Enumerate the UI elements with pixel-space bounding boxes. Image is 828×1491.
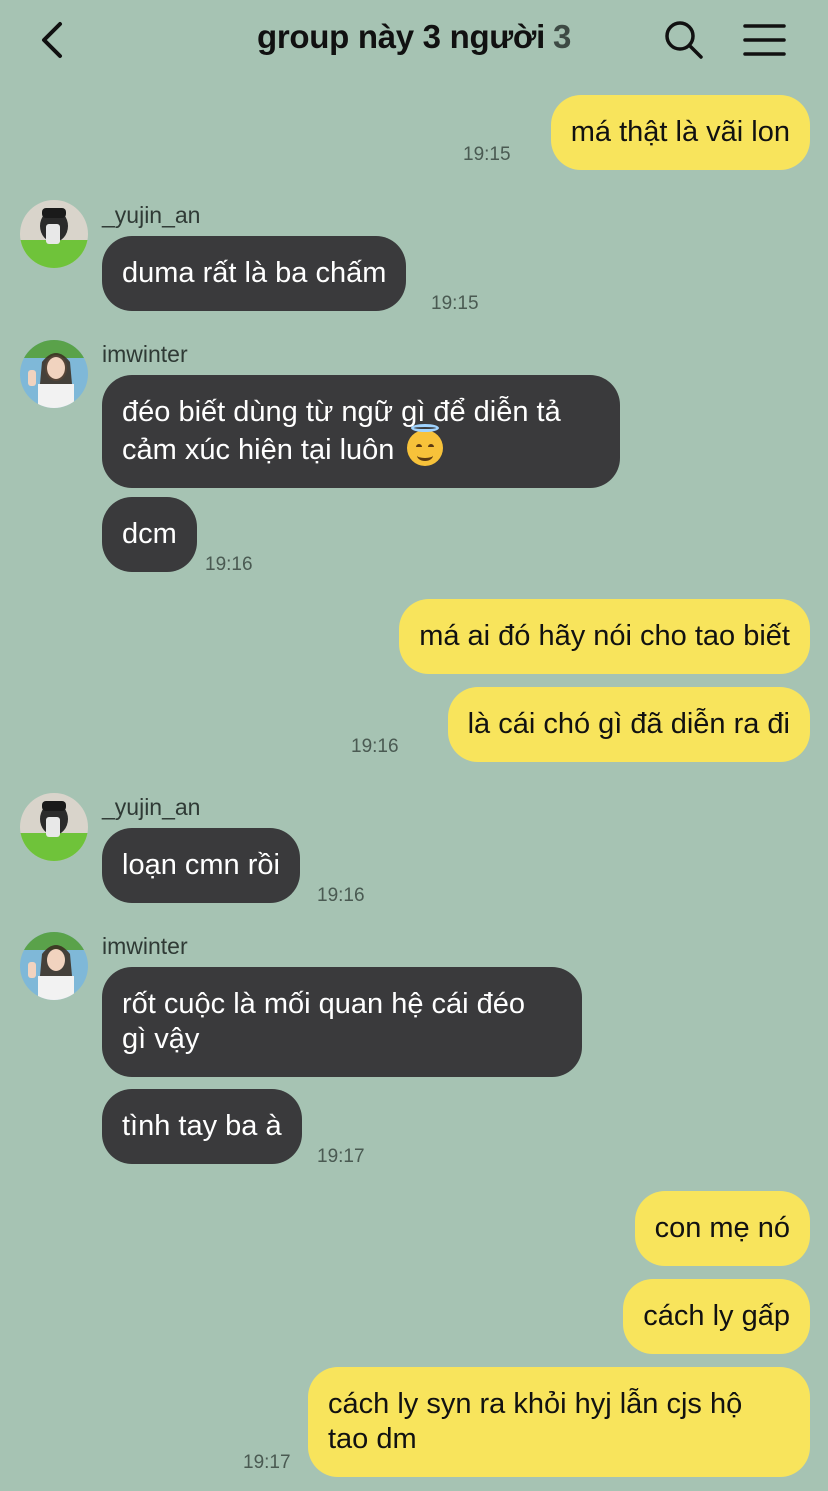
avatar-yujin-an[interactable]: [20, 793, 88, 861]
message-bubble-sent[interactable]: má thật là vãi lon: [550, 95, 810, 170]
message-text: má thật là vãi lon: [570, 116, 790, 148]
message-bubble-sent[interactable]: cách ly gấp: [623, 1279, 810, 1354]
message-timestamp: 19:17: [317, 1146, 365, 1167]
message-text: loạn cmn rồi: [122, 849, 280, 881]
message-bubble-sent[interactable]: là cái chó gì đã diễn ra đi: [447, 687, 810, 762]
smiling-face-with-halo-icon: [406, 424, 443, 466]
message-bubble-sent[interactable]: con mẹ nó: [634, 1191, 810, 1266]
avatar-imwinter[interactable]: [20, 932, 88, 1000]
message-bubble-received[interactable]: loạn cmn rồi: [102, 828, 300, 903]
message-bubble-sent[interactable]: má ai đó hãy nói cho tao biết: [399, 599, 810, 674]
sender-name: _yujin_an: [102, 794, 201, 820]
message-line: gì vậy: [122, 1023, 200, 1055]
menu-icon[interactable]: [738, 14, 790, 66]
message-timestamp: 19:16: [205, 554, 253, 575]
message-bubble-received[interactable]: duma rất là ba chấm: [102, 236, 407, 311]
message-bubble-received[interactable]: dcm: [102, 497, 197, 572]
avatar-photo-icon: [20, 200, 88, 268]
message-timestamp: 19:15: [463, 144, 511, 165]
message-text: là cái chó gì đã diễn ra đi: [467, 708, 790, 740]
avatar-yujin-an[interactable]: [20, 200, 88, 268]
member-count: 3: [552, 18, 571, 55]
message-text: má ai đó hãy nói cho tao biết: [419, 620, 790, 652]
search-icon[interactable]: [658, 14, 710, 66]
group-name: group này 3 người: [257, 18, 545, 55]
message-bubble-received[interactable]: đéo biết dùng từ ngữ gì để diễn tả cảm x…: [102, 375, 620, 488]
sender-name: _yujin_an: [102, 202, 201, 228]
avatar-photo-icon: [20, 340, 88, 408]
message-bubble-received[interactable]: rốt cuộc là mối quan hệ cái đéo gì vậy: [102, 967, 582, 1077]
message-line-with-emoji: cảm xúc hiện tại luôn: [122, 424, 600, 468]
message-text: cách ly gấp: [643, 1300, 790, 1332]
avatar-photo-icon: [20, 793, 88, 861]
avatar-photo-icon: [20, 932, 88, 1000]
message-timestamp: 19:17: [243, 1452, 291, 1473]
message-text: duma rất là ba chấm: [122, 257, 387, 289]
chat-header: group này 3 người 3: [0, 0, 828, 80]
message-text: dcm: [122, 518, 177, 550]
message-line: rốt cuộc là mối quan hệ cái đéo: [122, 988, 526, 1020]
message-bubble-sent[interactable]: cách ly syn ra khỏi hyj lẫn cjs hộ tao d…: [308, 1367, 810, 1477]
message-timestamp: 19:16: [351, 736, 399, 757]
message-timestamp: 19:16: [317, 885, 365, 906]
message-line: đéo biết dùng từ ngữ gì để diễn tả: [122, 396, 561, 428]
sender-name: imwinter: [102, 341, 188, 367]
message-text: tình tay ba à: [122, 1110, 282, 1142]
message-bubble-received[interactable]: tình tay ba à: [102, 1089, 302, 1164]
message-line: tao dm: [328, 1423, 417, 1455]
message-line: cách ly syn ra khỏi hyj lẫn cjs hộ: [328, 1388, 743, 1420]
message-text: con mẹ nó: [654, 1212, 790, 1244]
avatar-imwinter[interactable]: [20, 340, 88, 408]
sender-name: imwinter: [102, 933, 188, 959]
message-timestamp: 19:15: [431, 293, 479, 314]
